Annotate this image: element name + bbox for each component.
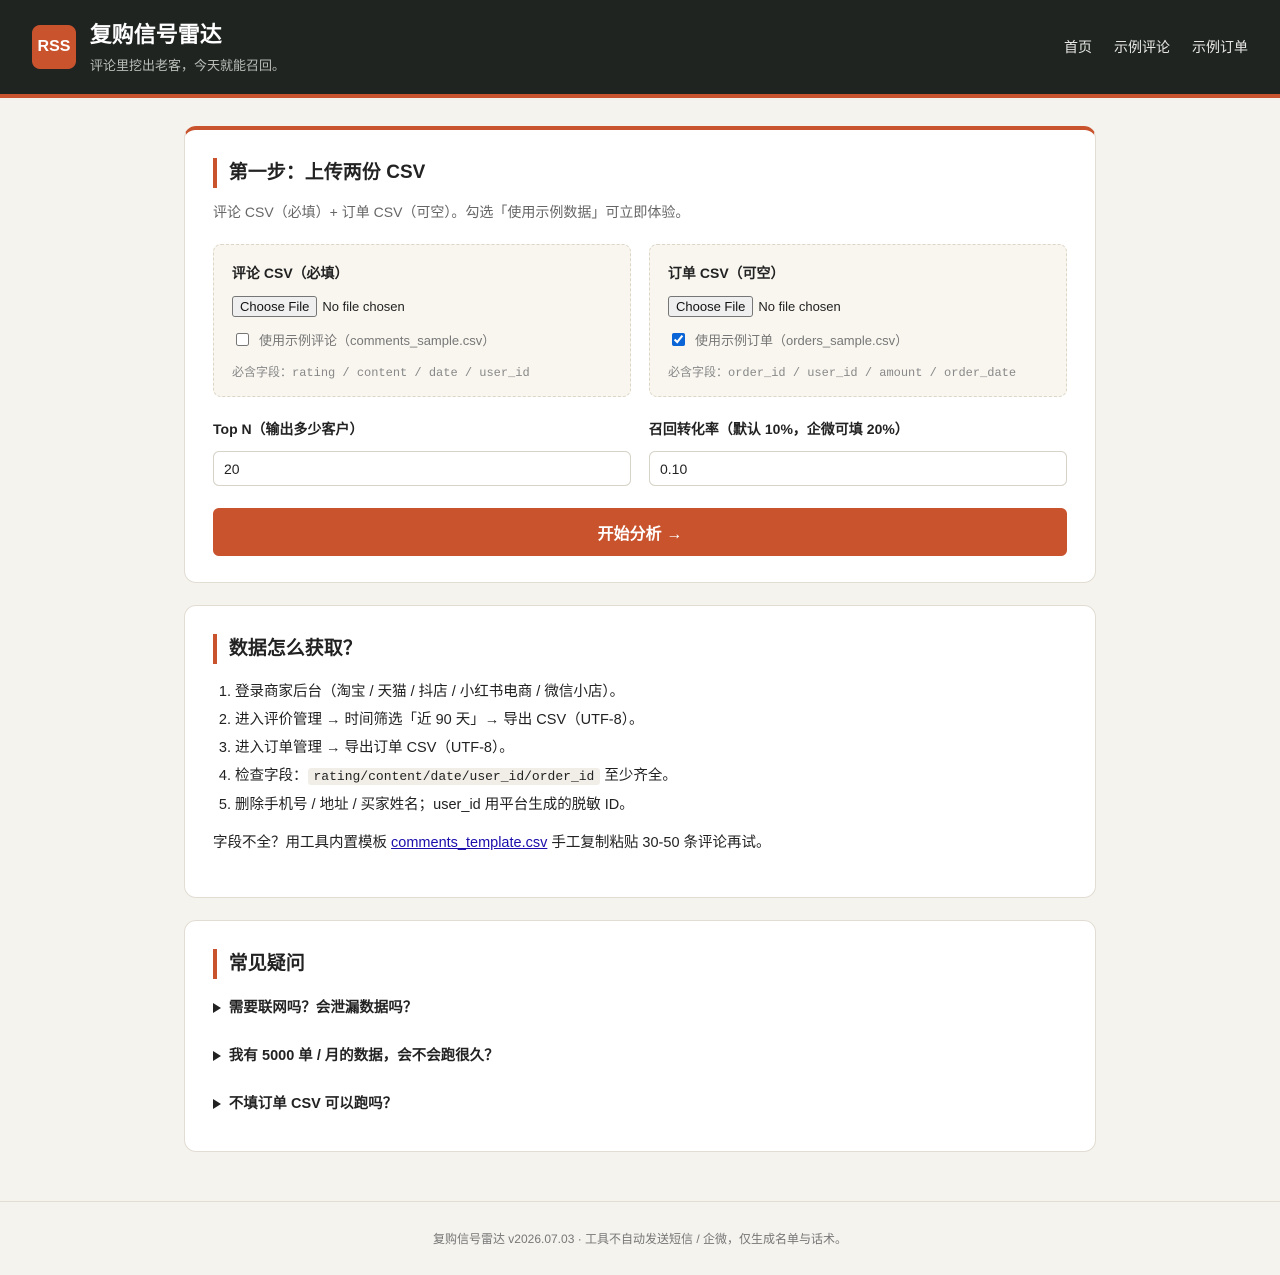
app-subtitle: 评论里挖出老客，今天就能召回。 — [90, 57, 286, 73]
step-1: 登录商家后台（淘宝 / 天猫 / 抖店 / 小红书电商 / 微信小店）。 — [235, 678, 1067, 706]
conversion-rate-input[interactable] — [649, 451, 1067, 486]
step-2: 进入评价管理 → 时间筛选「近 90 天」→ 导出 CSV（UTF-8）。 — [235, 706, 1067, 734]
faq-item-network[interactable]: 需要联网吗？会泄漏数据吗？ — [213, 997, 1067, 1019]
top-nav: 首页 示例评论 示例订单 — [1064, 37, 1248, 57]
orders-fields-hint: 必含字段：order_id / user_id / amount / order… — [668, 363, 1048, 380]
faq-question: 不填订单 CSV 可以跑吗？ — [229, 1096, 398, 1112]
orders-fields-list: order_id / user_id / amount / order_date — [728, 366, 1017, 380]
comments-upload-label: 评论 CSV（必填） — [232, 265, 349, 281]
template-note-suffix: 手工复制粘贴 30-50 条评论再试。 — [547, 835, 771, 851]
footer-text: 复购信号雷达 v2026.07.03 · 工具不自动发送短信 / 企微，仅生成名… — [432, 1232, 848, 1246]
page-footer: 复购信号雷达 v2026.07.03 · 工具不自动发送短信 / 企微，仅生成名… — [0, 1201, 1280, 1275]
faq-list: 需要联网吗？会泄漏数据吗？ 我有 5000 单 / 月的数据，会不会跑很久？ 不… — [213, 997, 1067, 1125]
main-content: 第一步：上传两份 CSV 评论 CSV（必填）+ 订单 CSV（可空）。勾选「使… — [184, 126, 1096, 1152]
comments-sample-checkbox[interactable] — [236, 333, 249, 346]
step-4-suffix: 至少齐全。 — [604, 768, 677, 784]
faq-title: 常见疑问 — [213, 949, 1067, 979]
comments-sample-option[interactable]: 使用示例评论（comments_sample.csv） — [232, 330, 612, 349]
step-5: 删除手机号 / 地址 / 买家姓名；user_id 用平台生成的脱敏 ID。 — [235, 791, 1067, 819]
orders-file-input[interactable]: Choose File No file chosen — [668, 296, 1048, 317]
comments-sample-label: 使用示例评论（comments_sample.csv） — [259, 333, 496, 348]
param-row: Top N（输出多少客户） 召回转化率（默认 10%，企微可填 20%） — [213, 419, 1067, 486]
comments-file-input[interactable]: Choose File No file chosen — [232, 296, 612, 317]
comments-fields-hint: 必含字段：rating / content / date / user_id — [232, 363, 612, 380]
template-note-prefix: 字段不全？用工具内置模板 — [213, 835, 392, 851]
disclosure-triangle-icon — [213, 1003, 221, 1013]
start-analysis-button[interactable]: 开始分析 → — [213, 508, 1067, 556]
upload-card-title: 第一步：上传两份 CSV — [213, 158, 1067, 188]
faq-question: 需要联网吗？会泄漏数据吗？ — [229, 1000, 418, 1016]
step-4-prefix: 检查字段： — [235, 768, 308, 784]
nav-sample-orders-link[interactable]: 示例订单 — [1192, 37, 1248, 57]
required-fields-code: rating/content/date/user_id/order_id — [307, 768, 601, 785]
faq-item-no-orders[interactable]: 不填订单 CSV 可以跑吗？ — [213, 1093, 1067, 1115]
upload-card-desc: 评论 CSV（必填）+ 订单 CSV（可空）。勾选「使用示例数据」可立即体验。 — [213, 204, 690, 220]
orders-sample-option[interactable]: 使用示例订单（orders_sample.csv） — [668, 330, 1048, 349]
top-n-input[interactable] — [213, 451, 631, 486]
nav-sample-comments-link[interactable]: 示例评论 — [1114, 37, 1170, 57]
step-4: 检查字段：rating/content/date/user_id/order_i… — [235, 762, 1067, 791]
comments-file-status: No file chosen — [322, 299, 405, 314]
comments-upload-box: 评论 CSV（必填） Choose File No file chosen 使用… — [213, 244, 631, 397]
app-title: 复购信号雷达 — [90, 21, 223, 47]
nav-home-link[interactable]: 首页 — [1064, 37, 1092, 57]
disclosure-triangle-icon — [213, 1051, 221, 1061]
orders-file-status: No file chosen — [758, 299, 841, 314]
top-n-label: Top N（输出多少客户） — [213, 421, 364, 437]
orders-choose-file-button[interactable]: Choose File — [668, 296, 754, 317]
upload-card: 第一步：上传两份 CSV 评论 CSV（必填）+ 订单 CSV（可空）。勾选「使… — [184, 126, 1096, 583]
brand[interactable]: RSS 复购信号雷达 评论里挖出老客，今天就能召回。 — [32, 21, 285, 74]
data-source-card: 数据怎么获取？ 登录商家后台（淘宝 / 天猫 / 抖店 / 小红书电商 / 微信… — [184, 605, 1096, 898]
upload-row: 评论 CSV（必填） Choose File No file chosen 使用… — [213, 244, 1067, 397]
conversion-label: 召回转化率（默认 10%，企微可填 20%） — [649, 421, 909, 437]
data-steps-list: 登录商家后台（淘宝 / 天猫 / 抖店 / 小红书电商 / 微信小店）。 进入评… — [213, 678, 1067, 819]
comments-choose-file-button[interactable]: Choose File — [232, 296, 318, 317]
faq-question: 我有 5000 单 / 月的数据，会不会跑很久？ — [229, 1048, 499, 1064]
logo: RSS — [32, 25, 76, 69]
data-source-title: 数据怎么获取？ — [213, 634, 1067, 664]
orders-fields-prefix: 必含字段： — [668, 365, 729, 379]
template-note: 字段不全？用工具内置模板 comments_template.csv 手工复制粘… — [213, 831, 1067, 871]
comments-fields-list: rating / content / date / user_id — [292, 366, 530, 380]
top-n-param: Top N（输出多少客户） — [213, 419, 631, 486]
orders-sample-label: 使用示例订单（orders_sample.csv） — [695, 333, 909, 348]
disclosure-triangle-icon — [213, 1099, 221, 1109]
top-header: RSS 复购信号雷达 评论里挖出老客，今天就能召回。 首页 示例评论 示例订单 — [0, 0, 1280, 98]
orders-upload-label: 订单 CSV（可空） — [668, 265, 785, 281]
orders-upload-box: 订单 CSV（可空） Choose File No file chosen 使用… — [649, 244, 1067, 397]
faq-item-performance[interactable]: 我有 5000 单 / 月的数据，会不会跑很久？ — [213, 1045, 1067, 1067]
step-3: 进入订单管理 → 导出订单 CSV（UTF-8）。 — [235, 734, 1067, 762]
conversion-param: 召回转化率（默认 10%，企微可填 20%） — [649, 419, 1067, 486]
orders-sample-checkbox[interactable] — [672, 333, 685, 346]
template-download-link[interactable]: comments_template.csv — [391, 835, 547, 851]
comments-fields-prefix: 必含字段： — [232, 365, 293, 379]
faq-card: 常见疑问 需要联网吗？会泄漏数据吗？ 我有 5000 单 / 月的数据，会不会跑… — [184, 920, 1096, 1152]
